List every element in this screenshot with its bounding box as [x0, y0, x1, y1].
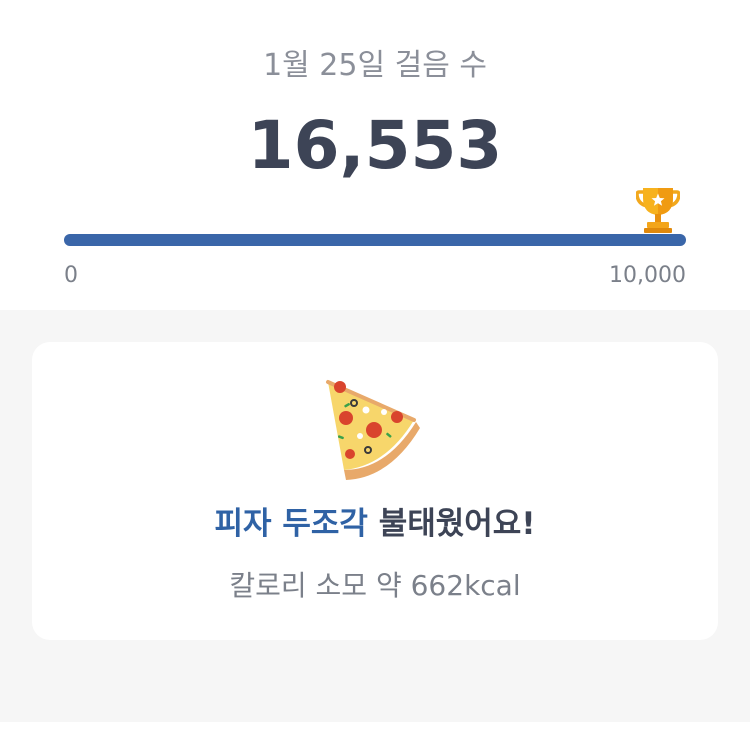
food-highlight: 피자 두조각 — [214, 506, 368, 542]
progress-fill — [64, 234, 686, 246]
progress-min-label: 0 — [64, 263, 78, 288]
content-area: 피자 두조각 불태웠어요! 칼로리 소모 약 662kcal — [0, 310, 750, 722]
calorie-card: 피자 두조각 불태웠어요! 칼로리 소모 약 662kcal — [32, 342, 718, 640]
steps-summary: 1월 25일 걸음 수 16,553 0 10,000 — [0, 0, 750, 310]
progress-max-label: 10,000 — [609, 263, 686, 288]
date-label: 1월 25일 걸음 수 — [263, 48, 487, 83]
progress-track — [64, 234, 686, 246]
trophy-icon — [636, 188, 680, 233]
calorie-text: 칼로리 소모 약 662kcal — [229, 569, 521, 602]
step-count: 16,553 — [247, 107, 503, 184]
burned-text: 불태웠어요! — [367, 506, 536, 542]
calorie-headline: 피자 두조각 불태웠어요! — [32, 504, 718, 544]
pizza-slice-icon — [326, 380, 420, 480]
